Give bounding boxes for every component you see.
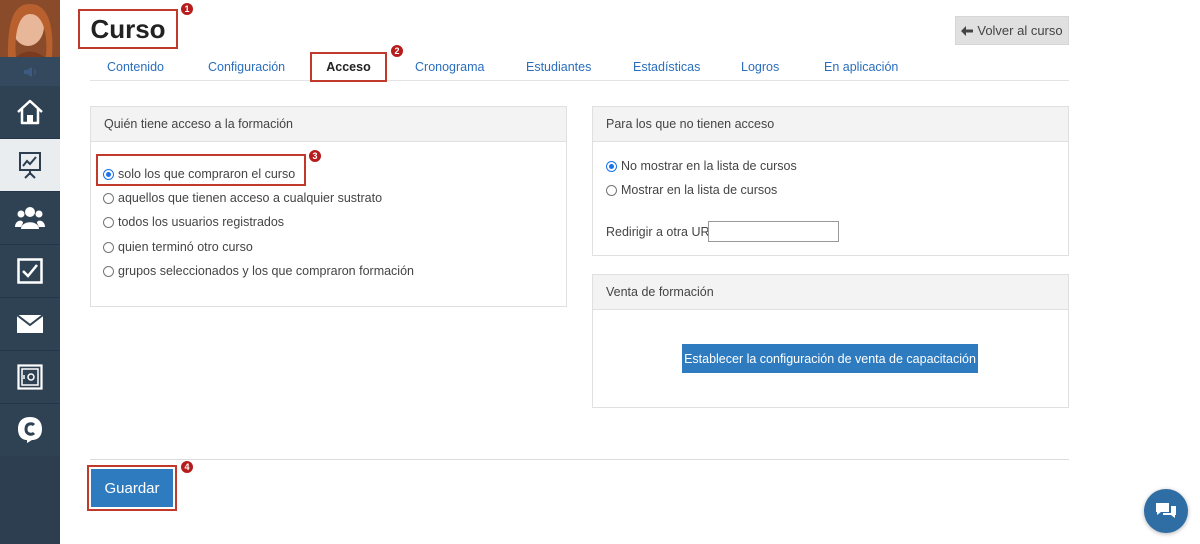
tab-estudiantes[interactable]: Estudiantes bbox=[526, 60, 591, 74]
no-access-option-hide[interactable]: No mostrar en la lista de cursos bbox=[606, 159, 797, 173]
home-icon bbox=[17, 99, 43, 125]
radio-button[interactable] bbox=[103, 216, 114, 228]
sidebar-item-home[interactable] bbox=[0, 86, 60, 139]
sidebar-item-brand[interactable] bbox=[0, 404, 60, 457]
access-option-label: todos los usuarios registrados bbox=[118, 215, 285, 229]
step-badge-2: 2 bbox=[390, 44, 404, 58]
access-option-label: quien terminó otro curso bbox=[118, 240, 253, 254]
access-option-finished-other[interactable]: quien terminó otro curso bbox=[103, 240, 253, 254]
access-option-registered[interactable]: todos los usuarios registrados bbox=[103, 215, 284, 229]
c-logo-icon bbox=[18, 417, 42, 443]
checkbox-icon bbox=[17, 258, 43, 284]
step-badge-3: 3 bbox=[308, 149, 322, 163]
page-title: Curso bbox=[90, 13, 166, 44]
no-access-option-label: Mostrar en la lista de cursos bbox=[621, 183, 778, 197]
mail-icon bbox=[17, 315, 43, 333]
sidebar-item-users[interactable] bbox=[0, 192, 60, 245]
safe-icon bbox=[17, 364, 43, 390]
no-access-panel-title: Para los que no tienen acceso bbox=[593, 107, 1068, 142]
access-option-label: solo los que compraron el curso bbox=[118, 167, 296, 181]
chat-bubbles-icon bbox=[1156, 503, 1176, 518]
access-option-any-substrate[interactable]: aquellos que tienen acceso a cualquier s… bbox=[103, 191, 382, 205]
redirect-url-input[interactable] bbox=[708, 221, 839, 242]
sidebar bbox=[0, 0, 60, 544]
divider bbox=[90, 459, 1069, 460]
back-button-label: Volver al curso bbox=[977, 23, 1063, 38]
tab-bar: Contenido Configuración Cronograma Estud… bbox=[90, 54, 1069, 81]
no-access-option-label: No mostrar en la lista de cursos bbox=[621, 159, 797, 173]
radio-button[interactable] bbox=[103, 265, 114, 277]
speaker-icon bbox=[24, 66, 37, 77]
arrow-left-icon bbox=[961, 25, 974, 36]
no-access-option-show[interactable]: Mostrar en la lista de cursos bbox=[606, 183, 777, 197]
presentation-chart-icon bbox=[19, 152, 41, 179]
access-panel-title: Quién tiene acceso a la formación bbox=[91, 107, 566, 142]
avatar[interactable] bbox=[0, 0, 60, 57]
step-badge-4: 4 bbox=[180, 460, 194, 474]
sidebar-footer bbox=[0, 456, 60, 544]
sale-panel: Venta de formación bbox=[592, 274, 1069, 408]
tab-cronograma[interactable]: Cronograma bbox=[415, 60, 484, 74]
access-option-purchased[interactable]: solo los que compraron el curso bbox=[103, 167, 295, 181]
step-badge-1: 1 bbox=[180, 2, 194, 16]
course-title-highlight: Curso bbox=[78, 9, 178, 49]
radio-button[interactable] bbox=[606, 160, 617, 172]
sale-settings-button[interactable]: Establecer la configuración de venta de … bbox=[682, 344, 978, 373]
radio-button[interactable] bbox=[103, 192, 114, 204]
tab-en-aplicacion[interactable]: En aplicación bbox=[824, 60, 898, 74]
sidebar-item-messages[interactable] bbox=[0, 298, 60, 351]
access-option-label: grupos seleccionados y los que compraron… bbox=[118, 264, 414, 278]
sidebar-item-courses[interactable] bbox=[0, 139, 60, 192]
tab-logros[interactable]: Logros bbox=[741, 60, 779, 74]
sidebar-item-storage[interactable] bbox=[0, 351, 60, 404]
tab-estadisticas[interactable]: Estadísticas bbox=[633, 60, 700, 74]
sale-panel-title: Venta de formación bbox=[593, 275, 1068, 310]
radio-button[interactable] bbox=[103, 241, 114, 253]
chat-button[interactable] bbox=[1144, 489, 1188, 533]
back-to-course-button[interactable]: Volver al curso bbox=[955, 16, 1069, 45]
radio-button[interactable] bbox=[606, 184, 617, 196]
tab-configuracion[interactable]: Configuración bbox=[208, 60, 285, 74]
tab-contenido[interactable]: Contenido bbox=[107, 60, 164, 74]
access-option-label: aquellos que tienen acceso a cualquier s… bbox=[118, 191, 383, 205]
radio-button[interactable] bbox=[103, 168, 114, 180]
tab-acceso[interactable]: Acceso bbox=[310, 52, 387, 82]
save-button[interactable]: Guardar bbox=[91, 469, 173, 507]
redirect-url-label: Redirigir a otra URL bbox=[606, 225, 717, 239]
sidebar-collapse-toggle[interactable] bbox=[0, 57, 60, 86]
users-icon bbox=[15, 207, 45, 229]
sidebar-item-tasks[interactable] bbox=[0, 245, 60, 298]
access-option-selected-groups[interactable]: grupos seleccionados y los que compraron… bbox=[103, 264, 414, 278]
